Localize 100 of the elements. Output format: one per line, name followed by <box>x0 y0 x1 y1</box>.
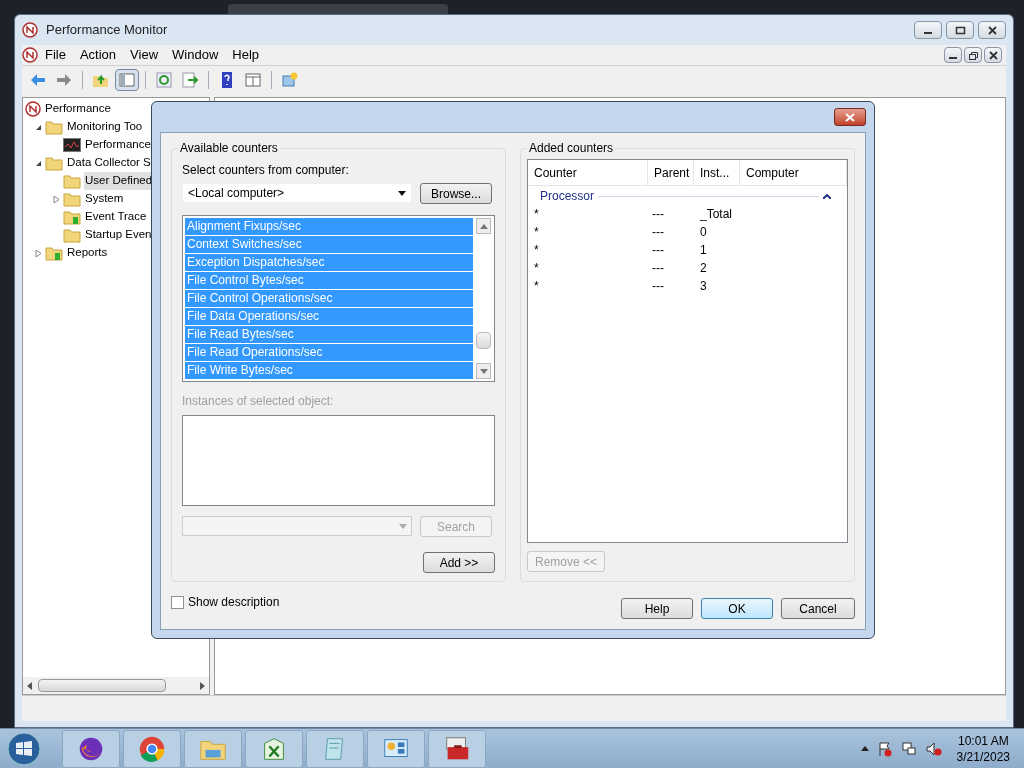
expander-icon[interactable] <box>34 159 42 167</box>
network-icon[interactable] <box>900 740 917 757</box>
table-cell: --- <box>652 261 664 275</box>
scroll-left-icon[interactable] <box>27 681 32 690</box>
dialog-button[interactable]: Cancel <box>781 598 855 619</box>
taskbar-button[interactable] <box>62 729 120 768</box>
taskbar-button[interactable] <box>367 729 425 768</box>
table-cell: 3 <box>700 279 707 293</box>
start-button[interactable] <box>4 729 44 768</box>
folder-icon <box>45 119 63 135</box>
instance-list[interactable] <box>182 415 495 506</box>
field-label: Instances of selected object: <box>182 393 335 410</box>
table-cell: * <box>534 279 539 293</box>
table-cell: 2 <box>700 261 707 275</box>
app-icon <box>22 22 38 38</box>
tree-item[interactable]: System <box>84 190 125 208</box>
group-title: Added counters <box>528 140 615 157</box>
new-icon <box>281 70 299 89</box>
folder-icon <box>63 209 81 225</box>
pane-icon <box>244 70 262 89</box>
folder-icon <box>63 191 81 207</box>
table-cell: * <box>534 207 539 221</box>
table-cell: --- <box>652 225 664 239</box>
taskbar-button[interactable] <box>428 729 486 768</box>
clock-date[interactable]: 3/21/2023 <box>956 748 1010 765</box>
table-cell: _Total <box>700 207 733 221</box>
restore-icon <box>966 49 980 61</box>
vertical-scrollbar[interactable] <box>475 218 492 379</box>
table-cell: --- <box>652 279 664 293</box>
folder-icon <box>45 245 63 261</box>
table-cell: --- <box>652 243 664 257</box>
taskbar-button[interactable] <box>245 729 303 768</box>
muted-speaker-icon[interactable] <box>924 740 943 757</box>
export-icon <box>181 70 199 89</box>
close-button[interactable] <box>984 47 1002 63</box>
column-header[interactable]: Parent <box>648 160 694 185</box>
taskbar-button[interactable] <box>123 729 181 768</box>
close-button[interactable] <box>978 21 1006 39</box>
tree-toolbar-button[interactable] <box>115 68 139 91</box>
clock-time[interactable]: 10:01 AM <box>957 732 1009 749</box>
group-header[interactable]: Processor <box>540 187 595 205</box>
restore-button[interactable] <box>964 47 982 63</box>
dropdown-arrow-icon[interactable] <box>398 190 406 196</box>
document-icon <box>22 47 38 63</box>
add-button[interactable]: Add >> <box>423 552 495 573</box>
refresh-icon <box>155 70 173 89</box>
tree-item[interactable]: Monitoring Too <box>66 118 144 136</box>
counter-list[interactable] <box>182 215 495 382</box>
checkbox-label: Show description <box>188 594 280 611</box>
maximize-icon <box>953 24 967 36</box>
table-cell: 0 <box>700 225 707 239</box>
dialog-button[interactable]: Help <box>621 598 693 619</box>
tree-item[interactable]: Reports <box>66 244 109 262</box>
checkbox[interactable] <box>171 595 184 609</box>
column-header[interactable]: Inst... <box>694 160 740 185</box>
menu-item[interactable]: File <box>38 45 73 65</box>
table-cell: * <box>534 243 539 257</box>
minimize-button[interactable] <box>914 21 942 39</box>
tree-item[interactable]: Event Trace <box>84 208 148 226</box>
tree-item[interactable]: Performance <box>44 100 112 118</box>
show-hidden-icons-icon[interactable] <box>860 746 869 751</box>
scroll-thumb[interactable] <box>476 332 491 349</box>
horizontal-scrollbar[interactable] <box>23 677 209 694</box>
menu-item[interactable]: View <box>123 45 166 65</box>
column-header[interactable]: Computer <box>740 160 847 185</box>
dialog-button[interactable]: OK <box>701 598 773 619</box>
close-icon <box>845 112 855 122</box>
tree-item[interactable]: Startup Even <box>84 226 153 244</box>
tree-item[interactable]: Performance <box>84 136 152 154</box>
scroll-up-icon[interactable] <box>479 223 488 229</box>
column-header[interactable]: Counter <box>528 160 648 185</box>
minimize-button[interactable] <box>944 47 962 63</box>
close-icon <box>986 49 1000 61</box>
table-cell: * <box>534 225 539 239</box>
field-label: Select counters from computer: <box>182 162 350 179</box>
tree-item[interactable]: User Defined <box>84 172 154 190</box>
group-title: Available counters <box>179 140 279 157</box>
menu-item[interactable]: Window <box>165 45 226 65</box>
maximize-button[interactable] <box>946 21 974 39</box>
browse-button[interactable]: Browse... <box>420 183 492 204</box>
dropdown-value: <Local computer> <box>188 185 285 202</box>
close-button[interactable] <box>834 108 866 126</box>
table-cell: * <box>534 261 539 275</box>
menu-item[interactable]: Help <box>225 45 267 65</box>
menu-item[interactable]: Action <box>72 45 124 65</box>
flag-icon[interactable] <box>876 740 893 757</box>
graph-icon <box>63 138 81 152</box>
folder-icon <box>63 173 81 189</box>
window-title: Performance Monitor <box>46 21 168 40</box>
computer-dropdown[interactable]: <Local computer> <box>182 183 412 203</box>
expander-icon[interactable] <box>34 123 42 131</box>
close-icon <box>985 24 999 36</box>
performance-icon <box>25 101 41 117</box>
scroll-right-icon[interactable] <box>200 681 205 690</box>
table-cell: 1 <box>700 243 707 257</box>
tree-icon <box>118 70 136 89</box>
tree-item[interactable]: Data Collector S <box>66 154 152 172</box>
minimize-icon <box>924 31 932 34</box>
table-cell: --- <box>652 207 664 221</box>
scroll-down-icon[interactable] <box>479 368 488 374</box>
